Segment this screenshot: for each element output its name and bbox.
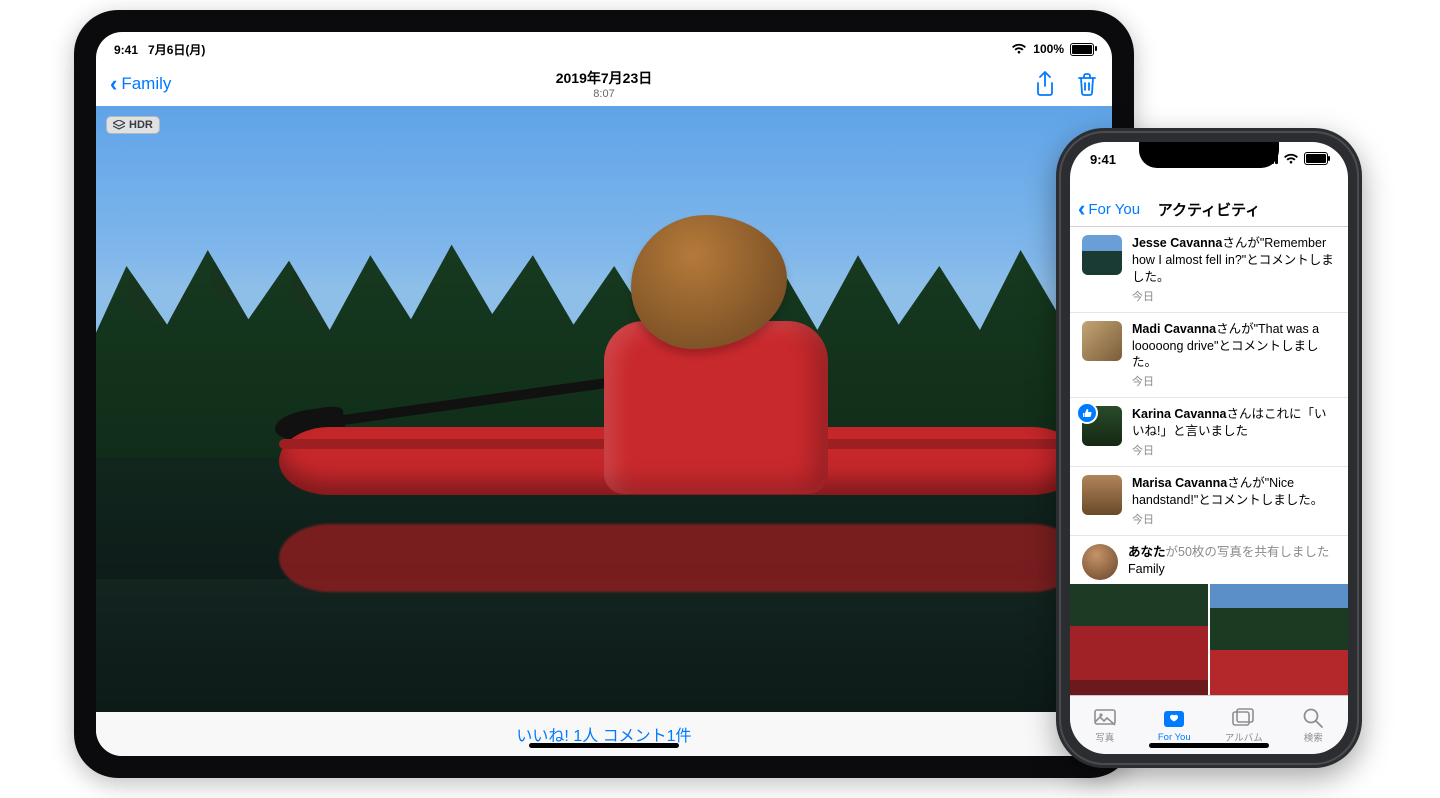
activity-row[interactable]: Jesse Cavannaさんが"Remember how I almost f…: [1070, 227, 1348, 313]
activity-thumb: [1082, 321, 1122, 361]
tab-label: For You: [1158, 732, 1191, 743]
activity-thumb: [1082, 235, 1122, 275]
grid-photo[interactable]: [1070, 584, 1208, 695]
back-button[interactable]: ‹ Family: [110, 73, 171, 95]
shared-photo-grid[interactable]: [1070, 584, 1348, 695]
back-button[interactable]: ‹ For You: [1078, 198, 1140, 220]
delete-button[interactable]: [1076, 71, 1098, 97]
grid-photo[interactable]: [1210, 584, 1348, 695]
activity-row[interactable]: Marisa Cavannaさんが"Nice handstand!"とコメントし…: [1070, 467, 1348, 536]
shared-block[interactable]: あなたが50枚の写真を共有しました Family: [1070, 536, 1348, 584]
activity-text: Madi Cavannaさんが"That was a looooong driv…: [1132, 321, 1336, 372]
photo-time: 8:07: [96, 88, 1112, 100]
albums-icon: [1231, 706, 1257, 728]
nav-title: 2019年7月23日 8:07: [96, 68, 1112, 100]
photo-viewer[interactable]: HDR: [96, 106, 1112, 712]
hdr-label: HDR: [129, 119, 153, 131]
activity-text: Karina Cavannaさんはこれに「いいね!」と言いました: [1132, 406, 1336, 440]
activity-timestamp: 今日: [1132, 288, 1336, 304]
chevron-left-icon: ‹: [1078, 198, 1085, 220]
battery-icon: [1304, 152, 1328, 165]
likes-comments-button[interactable]: いいね! 1人 コメント1件: [96, 712, 1112, 756]
search-icon: [1300, 706, 1326, 728]
photo-date: 2019年7月23日: [96, 68, 1112, 88]
iphone-device: 9:41 ‹ For You アクティビティ Jesse Cavannaさんが"…: [1056, 128, 1362, 768]
iphone-nav-bar: ‹ For You アクティビティ: [1070, 192, 1348, 227]
tab-photos[interactable]: 写真: [1070, 696, 1140, 754]
activity-timestamp: 今日: [1132, 442, 1336, 458]
activity-text: Jesse Cavannaさんが"Remember how I almost f…: [1132, 235, 1336, 286]
activity-timestamp: 今日: [1132, 373, 1336, 389]
home-indicator[interactable]: [529, 743, 679, 748]
tab-label: 写真: [1095, 730, 1114, 744]
activity-list[interactable]: Jesse Cavannaさんが"Remember how I almost f…: [1070, 227, 1348, 695]
activity-text: Marisa Cavannaさんが"Nice handstand!"とコメントし…: [1132, 475, 1336, 509]
battery-icon: [1070, 43, 1094, 56]
activity-row[interactable]: Karina Cavannaさんはこれに「いいね!」と言いました今日: [1070, 398, 1348, 467]
notch: [1139, 142, 1279, 168]
activity-thumb: [1082, 475, 1122, 515]
shared-album-name: Family: [1128, 561, 1329, 578]
status-time: 9:41: [1090, 152, 1116, 167]
iphone-screen: 9:41 ‹ For You アクティビティ Jesse Cavannaさんが"…: [1070, 142, 1348, 754]
back-label: Family: [121, 74, 171, 94]
ipad-device: 9:41 7月6日(月) 100% ‹ Family 2019年7: [74, 10, 1134, 778]
wifi-icon: [1283, 153, 1299, 165]
home-indicator[interactable]: [1149, 743, 1269, 748]
chevron-left-icon: ‹: [110, 73, 117, 95]
tab-search[interactable]: 検索: [1279, 696, 1349, 754]
share-button[interactable]: [1034, 71, 1056, 97]
status-date: 7月6日(月): [148, 43, 205, 57]
layers-icon: [113, 120, 125, 130]
photos-icon: [1092, 706, 1118, 728]
activity-timestamp: 今日: [1132, 511, 1336, 527]
status-time: 9:41: [114, 43, 138, 57]
ipad-status-bar: 9:41 7月6日(月) 100%: [96, 32, 1112, 62]
activity-row[interactable]: Madi Cavannaさんが"That was a looooong driv…: [1070, 313, 1348, 399]
foryou-icon: [1161, 708, 1187, 730]
ipad-screen: 9:41 7月6日(月) 100% ‹ Family 2019年7: [96, 32, 1112, 756]
hdr-badge: HDR: [106, 116, 160, 134]
tab-label: 検索: [1304, 730, 1323, 744]
shared-suffix: が50枚の写真を共有しました: [1166, 545, 1330, 559]
avatar: [1082, 544, 1118, 580]
wifi-icon: [1011, 43, 1027, 55]
back-label: For You: [1088, 201, 1140, 218]
you-label: あなた: [1128, 545, 1166, 559]
ipad-nav-bar: ‹ Family 2019年7月23日 8:07: [96, 62, 1112, 106]
status-battery-pct: 100%: [1033, 42, 1064, 56]
tab-label: アルバム: [1225, 730, 1263, 744]
